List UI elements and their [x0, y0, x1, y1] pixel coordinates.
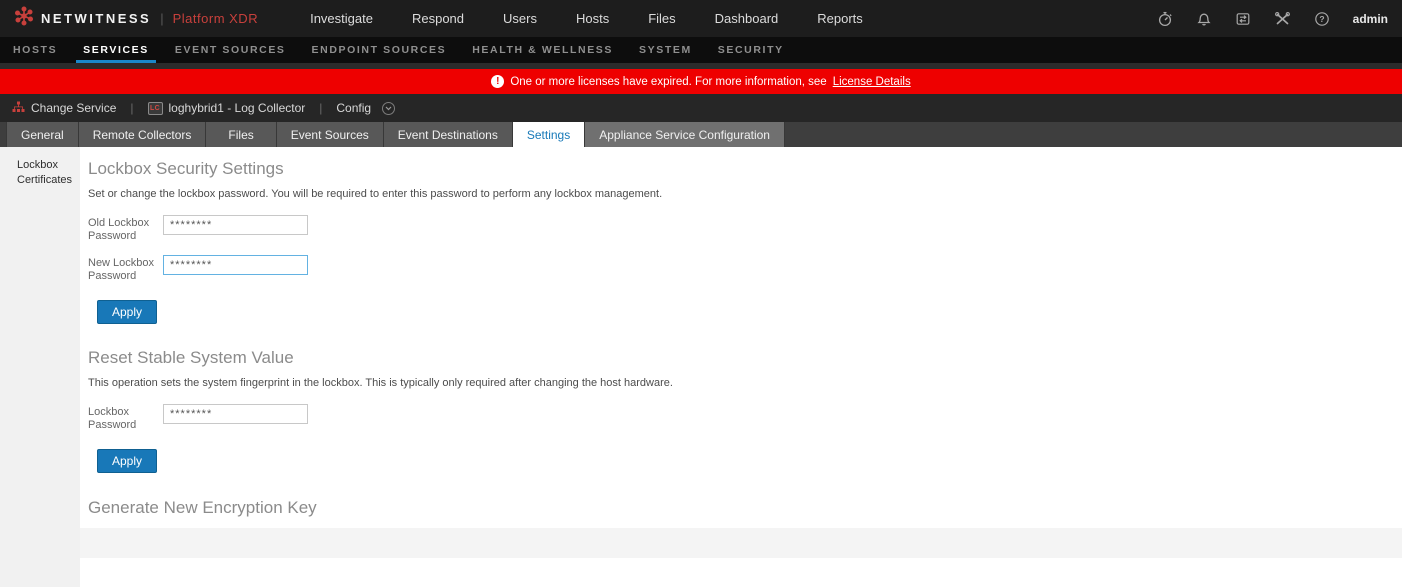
- section-title: Lockbox Security Settings: [88, 158, 1402, 180]
- netwitness-logo-icon: [14, 6, 34, 31]
- nav-dashboard[interactable]: Dashboard: [715, 11, 779, 26]
- nav-investigate[interactable]: Investigate: [310, 11, 373, 26]
- section-description: This operation sets the system fingerpri…: [88, 377, 1402, 389]
- change-service-icon: [12, 101, 25, 116]
- breadcrumb-separator: |: [319, 101, 322, 115]
- old-password-row: Old Lockbox Password: [88, 215, 1402, 243]
- reset-lockbox-password-input[interactable]: [163, 404, 308, 424]
- section-description: Set or change the lockbox password. You …: [88, 188, 1402, 200]
- section-title: Generate New Encryption Key: [88, 497, 1402, 519]
- section-reset-stable-system-value: Reset Stable System Value This operation…: [88, 347, 1402, 473]
- nav-hosts[interactable]: Hosts: [576, 11, 609, 26]
- warning-icon: !: [491, 75, 504, 88]
- timer-icon[interactable]: [1157, 11, 1173, 27]
- license-expired-banner: ! One or more licenses have expired. For…: [0, 69, 1402, 94]
- lockbox-password-label: Lockbox Password: [88, 404, 163, 432]
- service-name: loghybrid1 - Log Collector: [169, 101, 306, 115]
- main-column: Lockbox Security Settings Set or change …: [80, 147, 1402, 587]
- change-service-label: Change Service: [31, 101, 116, 115]
- top-right-actions: ? admin: [1157, 11, 1388, 27]
- log-collector-badge: LC: [148, 102, 163, 115]
- brand[interactable]: NETWITNESS | Platform XDR: [14, 6, 258, 31]
- new-password-label: New Lockbox Password: [88, 255, 163, 283]
- tab-settings[interactable]: Settings: [513, 122, 585, 147]
- nav-files[interactable]: Files: [648, 11, 675, 26]
- tools-icon[interactable]: [1274, 11, 1291, 27]
- tab-remote-collectors[interactable]: Remote Collectors: [79, 122, 207, 147]
- subnav-security[interactable]: SECURITY: [705, 37, 797, 63]
- nav-respond[interactable]: Respond: [412, 11, 464, 26]
- netwitness-app: NETWITNESS | Platform XDR Investigate Re…: [0, 0, 1402, 587]
- tab-files[interactable]: Files: [206, 122, 276, 147]
- reset-system-form: Lockbox Password Apply: [88, 404, 1402, 473]
- chevron-down-icon: [382, 102, 395, 115]
- subnav-endpoint-sources[interactable]: ENDPOINT SOURCES: [299, 37, 460, 63]
- breadcrumb-separator: |: [130, 101, 133, 115]
- sidebar-item-lockbox[interactable]: Lockbox: [17, 158, 76, 173]
- subnav-event-sources[interactable]: EVENT SOURCES: [162, 37, 299, 63]
- admin-sub-nav: HOSTS SERVICES EVENT SOURCES ENDPOINT SO…: [0, 37, 1402, 63]
- service-selector[interactable]: LC loghybrid1 - Log Collector: [148, 101, 306, 115]
- service-breadcrumb-bar: Change Service | LC loghybrid1 - Log Col…: [0, 94, 1402, 122]
- user-menu[interactable]: admin: [1353, 12, 1388, 26]
- brand-separator: |: [160, 11, 163, 26]
- subnav-hosts[interactable]: HOSTS: [0, 37, 70, 63]
- config-tab-bar: General Remote Collectors Files Event So…: [0, 122, 1402, 147]
- help-icon[interactable]: ?: [1314, 11, 1330, 27]
- apply-reset-system-button[interactable]: Apply: [97, 449, 157, 473]
- lockbox-password-form: Old Lockbox Password New Lockbox Passwor…: [88, 215, 1402, 324]
- apply-lockbox-password-button[interactable]: Apply: [97, 300, 157, 324]
- settings-sidebar: Lockbox Certificates: [0, 147, 80, 587]
- sidebar-item-certificates[interactable]: Certificates: [17, 173, 76, 188]
- old-lockbox-password-input[interactable]: [163, 215, 308, 235]
- lockbox-password-row: Lockbox Password: [88, 404, 1402, 432]
- brand-name: NETWITNESS: [41, 11, 151, 26]
- notifications-bell-icon[interactable]: [1196, 11, 1212, 27]
- view-label: Config: [336, 101, 371, 115]
- primary-nav: Investigate Respond Users Hosts Files Da…: [310, 11, 863, 26]
- license-details-link[interactable]: License Details: [833, 76, 911, 88]
- banner-text: One or more licenses have expired. For m…: [510, 76, 826, 88]
- nav-reports[interactable]: Reports: [817, 11, 863, 26]
- subnav-health-wellness[interactable]: HEALTH & WELLNESS: [459, 37, 626, 63]
- subnav-services[interactable]: SERVICES: [70, 37, 162, 63]
- old-password-label: Old Lockbox Password: [88, 215, 163, 243]
- tab-appliance-service-configuration[interactable]: Appliance Service Configuration: [585, 122, 785, 147]
- change-service-button[interactable]: Change Service: [12, 101, 116, 116]
- settings-content: Lockbox Certificates Lockbox Security Se…: [0, 147, 1402, 587]
- new-lockbox-password-input[interactable]: [163, 255, 308, 275]
- nav-users[interactable]: Users: [503, 11, 537, 26]
- svg-text:?: ?: [1319, 14, 1324, 24]
- page-background: [80, 558, 1402, 587]
- section-lockbox-security: Lockbox Security Settings Set or change …: [88, 158, 1402, 324]
- section-title: Reset Stable System Value: [88, 347, 1402, 369]
- jobs-icon[interactable]: [1235, 11, 1251, 27]
- panel-footer-band: [80, 528, 1402, 558]
- tab-general[interactable]: General: [6, 122, 79, 147]
- subnav-system[interactable]: SYSTEM: [626, 37, 705, 63]
- tab-event-sources[interactable]: Event Sources: [277, 122, 384, 147]
- lockbox-settings-panel: Lockbox Security Settings Set or change …: [80, 147, 1402, 528]
- new-password-row: New Lockbox Password: [88, 255, 1402, 283]
- section-generate-encryption-key: Generate New Encryption Key Generates a …: [88, 497, 1402, 528]
- view-selector[interactable]: Config: [336, 101, 395, 115]
- tab-event-destinations[interactable]: Event Destinations: [384, 122, 513, 147]
- brand-suffix: Platform XDR: [173, 11, 258, 26]
- top-bar: NETWITNESS | Platform XDR Investigate Re…: [0, 0, 1402, 37]
